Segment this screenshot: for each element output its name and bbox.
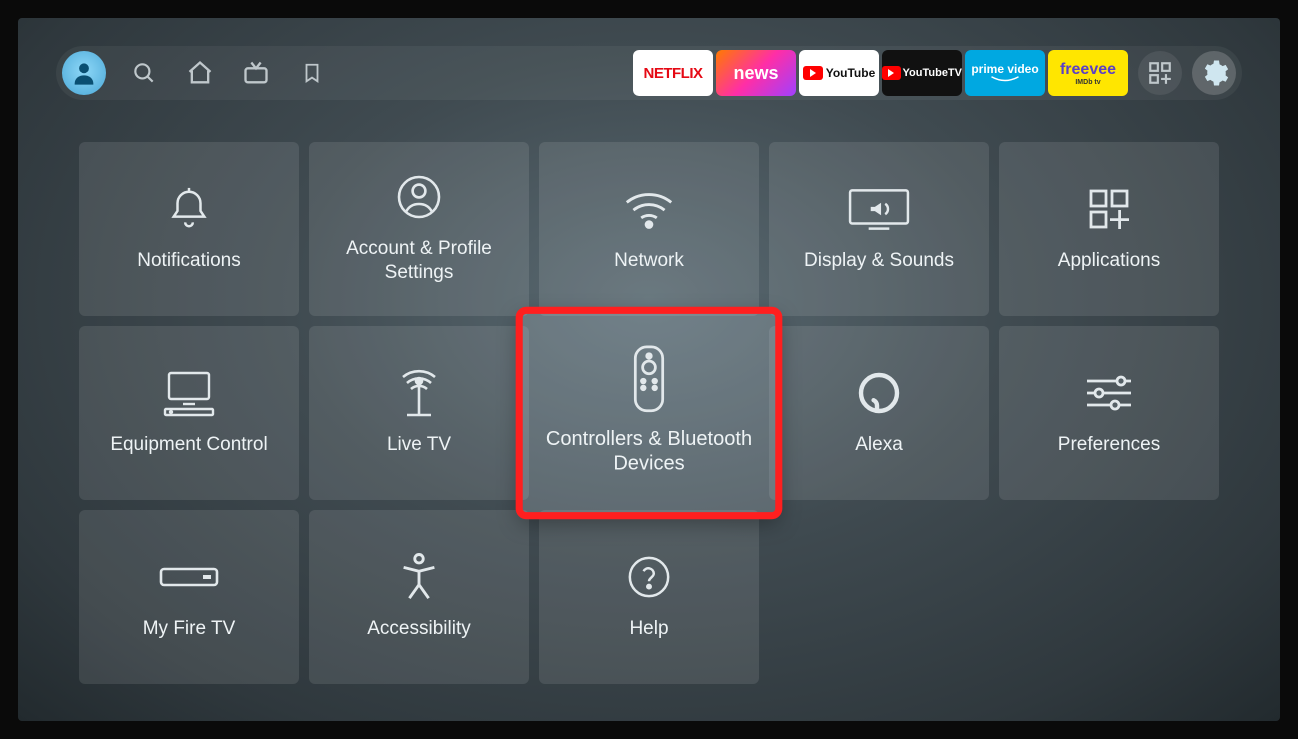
tile-preferences[interactable]: Preferences [999,326,1219,500]
tile-equipment[interactable]: Equipment Control [79,326,299,500]
equipment-icon [157,367,221,419]
tile-label: Network [614,249,684,273]
app-tile-netflix[interactable]: NETFLIX [633,50,713,96]
app-tile-youtubetv[interactable]: YouTubeTV [882,50,962,96]
tv-antenna-icon [242,59,270,87]
app-tile-news[interactable]: news [716,50,796,96]
settings-grid: Notifications Account & Profile Settings [56,142,1242,684]
tile-account[interactable]: Account & Profile Settings [309,142,529,316]
tile-alexa[interactable]: Alexa [769,326,989,500]
tile-label: Alexa [855,433,903,457]
top-nav-bar: NETFLIX news YouTube YouTubeTV prime vid… [56,46,1242,100]
app-tile-freevee[interactable]: freevee IMDb tv [1048,50,1128,96]
antenna-icon [387,367,451,419]
bell-icon [157,183,221,235]
apps-grid-icon [1147,60,1173,86]
applications-icon [1077,183,1141,235]
app-label: prime video [971,63,1038,75]
account-icon [387,171,451,223]
tv-bezel: NETFLIX news YouTube YouTubeTV prime vid… [0,0,1298,739]
sliders-icon [1077,367,1141,419]
app-sublabel: IMDb tv [1075,79,1100,86]
amazon-smile-icon [990,75,1020,83]
tile-controllers[interactable]: Controllers & Bluetooth Devices [519,310,779,515]
tile-label: Preferences [1058,433,1160,457]
search-button[interactable] [130,59,158,87]
app-label: YouTubeTV [903,67,962,79]
app-label: news [733,63,778,84]
app-tile-youtube[interactable]: YouTube [799,50,879,96]
youtube-play-icon [882,66,901,80]
tile-label: Help [629,617,668,641]
tile-label: Applications [1058,249,1160,273]
remote-icon [611,348,687,409]
wifi-icon [617,183,681,235]
display-sound-icon [847,183,911,235]
profile-icon [70,59,98,87]
tile-label: Notifications [137,249,241,273]
gear-icon [1199,58,1229,88]
tile-label: Display & Sounds [804,249,954,273]
tv-screen: NETFLIX news YouTube YouTubeTV prime vid… [18,18,1280,721]
tile-accessibility[interactable]: Accessibility [309,510,529,684]
app-label: NETFLIX [644,65,703,82]
tile-label: Account & Profile Settings [321,237,517,285]
tile-label: Live TV [387,433,451,457]
app-shortcut-row: NETFLIX news YouTube YouTubeTV prime vid… [633,50,1128,96]
alexa-icon [847,367,911,419]
tile-label: Accessibility [367,617,470,641]
bookmark-icon [301,60,323,86]
device-box-icon [157,551,221,603]
home-button[interactable] [186,59,214,87]
tile-label: Controllers & Bluetooth Devices [533,426,764,476]
tile-label: Equipment Control [110,433,267,457]
tile-myfiretv[interactable]: My Fire TV [79,510,299,684]
help-icon [617,551,681,603]
home-icon [186,59,214,87]
bookmark-button[interactable] [298,59,326,87]
nav-icon-group [130,59,326,87]
app-label: YouTube [826,66,876,80]
tile-notifications[interactable]: Notifications [79,142,299,316]
youtube-play-icon [803,66,823,80]
settings-button[interactable] [1192,51,1236,95]
tile-help[interactable]: Help [539,510,759,684]
tile-livetv[interactable]: Live TV [309,326,529,500]
live-button[interactable] [242,59,270,87]
all-apps-button[interactable] [1138,51,1182,95]
tile-network[interactable]: Network [539,142,759,316]
app-tile-primevideo[interactable]: prime video [965,50,1045,96]
tile-applications[interactable]: Applications [999,142,1219,316]
app-label: freevee [1060,61,1116,79]
tile-display[interactable]: Display & Sounds [769,142,989,316]
tile-label: My Fire TV [143,617,236,641]
profile-button[interactable] [62,51,106,95]
accessibility-icon [387,551,451,603]
search-icon [131,60,157,86]
